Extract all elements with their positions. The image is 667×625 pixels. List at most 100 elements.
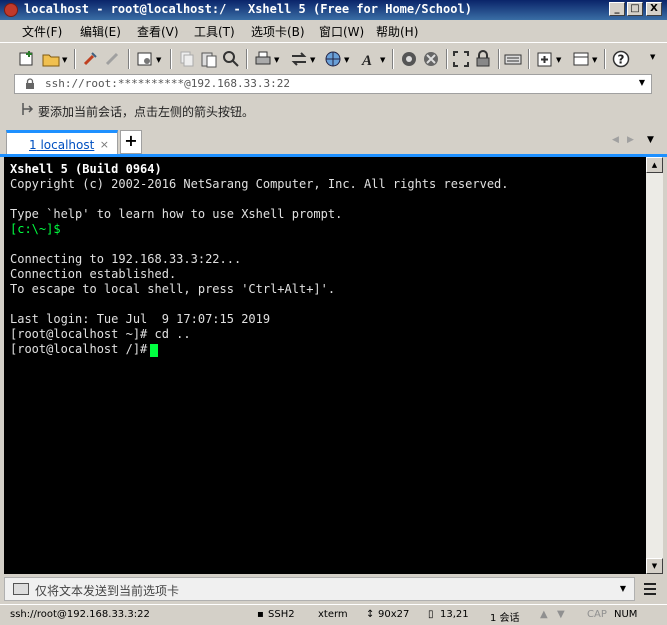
toolbar-divider <box>528 49 530 69</box>
compose-icon <box>13 583 29 595</box>
tab-label[interactable]: 1 localhost <box>29 138 94 152</box>
chevron-down-icon[interactable]: ▼ <box>344 56 349 64</box>
toolbar-divider <box>128 49 130 69</box>
toolbar-divider <box>392 49 394 69</box>
chevron-down-icon[interactable]: ▼ <box>274 56 279 64</box>
scroll-up-icon[interactable]: ▲ <box>646 157 663 173</box>
status-bar: ssh://root@192.168.33.3:22 ▪ SSH2 xterm … <box>0 604 667 625</box>
keyboard-icon[interactable] <box>504 50 522 68</box>
scroll-up-icon[interactable]: ▲ <box>540 609 548 620</box>
close-button[interactable]: X <box>646 2 662 16</box>
lock-icon: ▪ <box>257 609 264 620</box>
disconnect-icon[interactable] <box>104 50 122 68</box>
chevron-down-icon[interactable]: ▼ <box>380 56 385 64</box>
layout-icon[interactable] <box>572 50 590 68</box>
terminal-line: Xshell 5 (Build 0964) <box>10 162 162 176</box>
toolbar-divider <box>498 49 500 69</box>
chevron-down-icon[interactable]: ▼ <box>556 56 561 64</box>
svg-text:?: ? <box>618 53 625 67</box>
menu-view[interactable]: 查看(V) <box>137 23 179 40</box>
status-num: NUM <box>614 609 638 620</box>
xshell-icon[interactable] <box>422 50 440 68</box>
address-input[interactable]: ssh://root:**********@192.168.33.3:22 <box>45 77 290 90</box>
terminal-line: [root@localhost ~]# cd .. <box>10 327 191 341</box>
cursor-icon: ▯ <box>428 609 434 620</box>
help-icon[interactable]: ? <box>612 50 630 68</box>
menu-tabs[interactable]: 选项卡(B) <box>251 23 305 40</box>
chevron-down-icon[interactable]: ▼ <box>639 78 645 87</box>
copy-icon[interactable] <box>178 50 196 68</box>
fullscreen-icon[interactable] <box>452 50 470 68</box>
chevron-down-icon[interactable]: ▼ <box>310 56 315 64</box>
menu-tools[interactable]: 工具(T) <box>194 23 235 40</box>
lock-icon <box>26 78 34 89</box>
terminal[interactable]: Xshell 5 (Build 0964) Copyright (c) 2002… <box>4 157 646 574</box>
transfer-icon[interactable] <box>290 50 308 68</box>
open-folder-icon[interactable] <box>42 50 60 68</box>
menu-file[interactable]: 文件(F) <box>22 23 62 40</box>
tab-next-icon[interactable]: ▶ <box>627 135 634 145</box>
chevron-down-icon[interactable]: ▼ <box>650 53 655 61</box>
paste-icon[interactable] <box>200 50 218 68</box>
terminal-line: Last login: Tue Jul 9 17:07:15 2019 <box>10 312 271 326</box>
compose-bar[interactable]: 仅将文本发送到当前选项卡 ▼ <box>4 577 635 601</box>
menu-icon[interactable] <box>640 580 660 598</box>
menu-bar: 文件(F) 编辑(E) 查看(V) 工具(T) 选项卡(B) 窗口(W) 帮助(… <box>0 20 667 42</box>
title-bar: localhost - root@localhost:/ - Xshell 5 … <box>0 0 667 20</box>
new-session-icon[interactable] <box>18 50 36 68</box>
find-icon[interactable] <box>222 50 240 68</box>
chevron-down-icon[interactable]: ▼ <box>620 584 626 593</box>
toolbar-divider <box>446 49 448 69</box>
maximize-button[interactable]: □ <box>627 2 643 16</box>
hint-text: 要添加当前会话，点击左侧的箭头按钮。 <box>38 105 255 119</box>
status-cursor-pos: 13,21 <box>440 609 469 620</box>
minimize-button[interactable]: _ <box>609 2 625 16</box>
toolbar-divider <box>170 49 172 69</box>
chevron-down-icon[interactable]: ▼ <box>592 56 597 64</box>
add-tab-button[interactable]: + <box>120 130 142 154</box>
tab-prev-icon[interactable]: ◀ <box>612 135 619 145</box>
session-hint-bar: 要添加当前会话，点击左侧的箭头按钮。 <box>14 98 652 122</box>
status-size: 90x27 <box>378 609 410 620</box>
globe-icon[interactable] <box>324 50 342 68</box>
menu-edit[interactable]: 编辑(E) <box>80 23 121 40</box>
scroll-down-icon[interactable]: ▼ <box>646 558 663 574</box>
scroll-down-icon[interactable]: ▼ <box>557 609 565 620</box>
lock-icon[interactable] <box>474 50 492 68</box>
close-tab-icon[interactable]: × <box>100 138 109 151</box>
status-terminal-type: xterm <box>318 609 348 620</box>
svg-text:A: A <box>361 53 372 68</box>
menu-help[interactable]: 帮助(H) <box>376 23 418 40</box>
tab-localhost[interactable]: 1 localhost × <box>6 130 118 156</box>
window-title: localhost - root@localhost:/ - Xshell 5 … <box>24 2 472 16</box>
add-tab-icon[interactable] <box>536 50 554 68</box>
terminal-line: To escape to local shell, press 'Ctrl+Al… <box>10 282 336 296</box>
status-connection: ssh://root@192.168.33.3:22 <box>10 609 150 620</box>
terminal-scrollbar[interactable]: ▲ ▼ <box>646 157 663 574</box>
address-bar[interactable]: ssh://root:**********@192.168.33.3:22 ▼ <box>14 74 652 94</box>
tab-list-icon[interactable]: ▼ <box>647 135 654 145</box>
compose-target[interactable]: 仅将文本发送到当前选项卡 <box>35 582 179 599</box>
status-protocol: SSH2 <box>268 609 295 620</box>
tab-bar: 1 localhost × + ◀ ▶ ▼ <box>0 126 667 156</box>
toolbar-divider <box>246 49 248 69</box>
chevron-down-icon[interactable]: ▼ <box>62 56 67 64</box>
chevron-down-icon[interactable]: ▼ <box>156 56 161 64</box>
xftp-icon[interactable] <box>400 50 418 68</box>
terminal-cursor <box>150 344 158 357</box>
properties-icon[interactable] <box>136 50 154 68</box>
reconnect-icon[interactable] <box>82 50 100 68</box>
terminal-line: Type `help' to learn how to use Xshell p… <box>10 207 343 221</box>
toolbar-divider <box>604 49 606 69</box>
font-icon[interactable]: A <box>360 50 378 68</box>
terminal-line: Copyright (c) 2002-2016 NetSarang Comput… <box>10 177 509 191</box>
local-prompt: [c:\~]$ <box>10 222 61 236</box>
xshell-logo-icon <box>4 3 18 17</box>
resize-icon: ↕ <box>366 609 375 620</box>
menu-window[interactable]: 窗口(W) <box>319 23 364 40</box>
terminal-line: [root@localhost /]# <box>10 342 155 356</box>
pin-arrow-icon[interactable] <box>20 102 34 116</box>
toolbar-divider <box>74 49 76 69</box>
terminal-line: Connecting to 192.168.33.3:22... <box>10 252 242 266</box>
print-icon[interactable] <box>254 50 272 68</box>
